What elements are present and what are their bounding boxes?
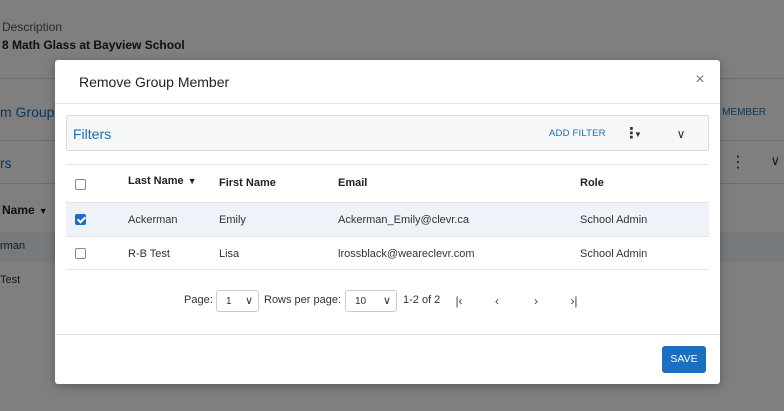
filters-title: Filters [73, 126, 112, 142]
row-checkbox[interactable] [75, 214, 86, 225]
members-table: Last Name ▼ First Name Email Role Ackerma… [66, 164, 709, 270]
more-options-button[interactable]: ⋮ ▼ [620, 124, 650, 144]
page-range: 1-2 of 2 [403, 294, 441, 306]
column-last-name[interactable]: Last Name ▼ [128, 175, 197, 187]
column-email[interactable]: Email [338, 177, 367, 189]
previous-page-icon[interactable]: ‹ [488, 292, 506, 310]
table-header: Last Name ▼ First Name Email Role [66, 164, 709, 202]
remove-group-member-dialog: Remove Group Member × Filters ADD FILTER… [55, 60, 720, 384]
sort-arrow-icon: ▼ [187, 176, 197, 186]
pagination: Page: 1 ∨ Rows per page: 10 ∨ 1-2 of 2 |… [55, 290, 720, 314]
cell-role: School Admin [580, 214, 648, 226]
row-checkbox[interactable] [75, 248, 86, 259]
cell-last-name: Ackerman [128, 214, 178, 226]
select-all-checkbox[interactable] [75, 179, 86, 190]
save-button[interactable]: SAVE [662, 346, 706, 373]
cell-first-name: Lisa [219, 248, 240, 260]
rows-per-page-select[interactable]: 10 ∨ [345, 290, 397, 312]
page-select[interactable]: 1 ∨ [216, 290, 259, 312]
dialog-footer: SAVE [55, 334, 720, 384]
chevron-down-icon: ∨ [382, 295, 391, 307]
page-label: Page: [184, 294, 213, 306]
next-page-icon[interactable]: › [527, 292, 545, 310]
close-icon[interactable]: × [691, 71, 709, 89]
first-page-icon[interactable]: |‹ [450, 292, 468, 310]
cell-email: lrossblack@weareclevr.com [338, 248, 475, 260]
table-row[interactable]: Ackerman Emily Ackerman_Emily@clevr.ca S… [66, 202, 709, 236]
add-filter-button[interactable]: ADD FILTER [549, 128, 606, 139]
chevron-down-icon[interactable]: ∨ [671, 124, 691, 144]
cell-first-name: Emily [219, 214, 246, 226]
rows-per-page-label: Rows per page: [264, 294, 342, 306]
column-first-name[interactable]: First Name [219, 177, 276, 189]
page-value: 1 [226, 296, 232, 307]
table-row[interactable]: R-B Test Lisa lrossblack@weareclevr.com … [66, 236, 709, 270]
dialog-header: Remove Group Member × [55, 60, 720, 104]
chevron-down-icon: ∨ [244, 295, 253, 307]
dialog-title: Remove Group Member [79, 74, 230, 90]
filter-bar: Filters ADD FILTER ⋮ ▼ ∨ [66, 115, 709, 151]
cell-role: School Admin [580, 248, 648, 260]
rows-per-page-value: 10 [355, 296, 367, 307]
cell-email: Ackerman_Emily@clevr.ca [338, 214, 469, 226]
cell-last-name: R-B Test [128, 248, 170, 260]
last-page-icon[interactable]: ›| [565, 292, 583, 310]
column-role[interactable]: Role [580, 177, 604, 189]
caret-down-icon: ▼ [634, 130, 642, 139]
